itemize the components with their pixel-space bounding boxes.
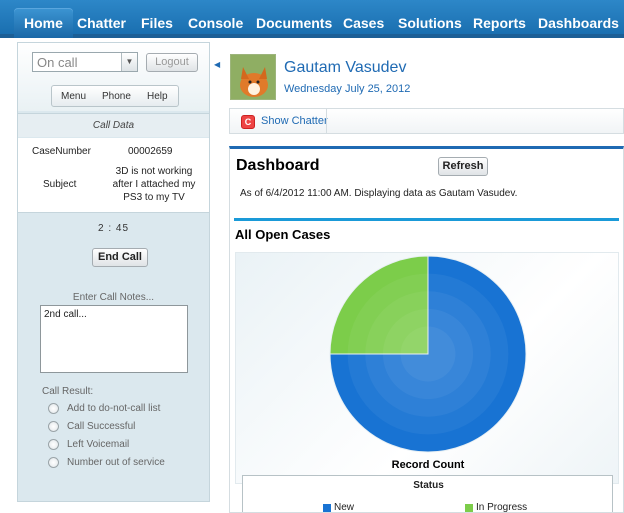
chart-legend: Status New In Progress xyxy=(242,475,613,513)
chatter-bar: C Show Chatter xyxy=(229,108,624,134)
collapse-sidebar-icon[interactable]: ◀ xyxy=(214,60,220,69)
tab-home[interactable]: Home xyxy=(14,8,73,38)
radio-call-successful[interactable]: Call Successful xyxy=(48,421,208,435)
radio-circle-icon[interactable] xyxy=(48,421,59,432)
component-title: All Open Cases xyxy=(235,227,331,242)
tab-console[interactable]: Console xyxy=(188,8,243,38)
logout-button[interactable]: Logout xyxy=(146,53,198,72)
tab-chatter[interactable]: Chatter xyxy=(77,8,126,38)
radio-circle-icon[interactable] xyxy=(48,439,59,450)
divider xyxy=(326,109,327,133)
radio-label: Add to do-not-call list xyxy=(67,403,161,414)
dashboard-panel: Dashboard Refresh As of 6/4/2012 11:00 A… xyxy=(229,146,624,513)
radio-label: Number out of service xyxy=(67,457,165,468)
call-status-value: On call xyxy=(37,55,78,70)
legend-swatch-in-progress xyxy=(465,504,473,512)
tab-solutions[interactable]: Solutions xyxy=(398,8,462,38)
call-timer: 2 : 45 xyxy=(97,223,130,234)
show-chatter-link[interactable]: Show Chatter xyxy=(261,115,328,127)
refresh-button[interactable]: Refresh xyxy=(438,157,488,176)
tab-cases[interactable]: Cases xyxy=(343,8,384,38)
subject-value: 3D is not working after I attached my PS… xyxy=(112,166,196,203)
menu-item-phone[interactable]: Phone xyxy=(102,91,131,102)
legend-title: Status xyxy=(413,480,444,491)
legend-swatch-new xyxy=(323,504,331,512)
menu-item-help[interactable]: Help xyxy=(147,91,168,102)
case-number-value[interactable]: 00002659 xyxy=(128,146,173,157)
menu-item-menu[interactable]: Menu xyxy=(61,91,86,102)
call-notes-input[interactable]: 2nd call... xyxy=(40,305,188,373)
fox-avatar-image xyxy=(231,55,275,99)
legend-label-new: New xyxy=(334,502,355,513)
radio-circle-icon[interactable] xyxy=(48,403,59,414)
dashboard-as-of: As of 6/4/2012 11:00 AM. Displaying data… xyxy=(240,188,518,199)
pie-chart-svg: 31Record Count xyxy=(329,255,547,485)
radio-circle-icon[interactable] xyxy=(48,457,59,468)
softphone-header: On call ▼ Logout Menu Phone Help xyxy=(18,43,209,111)
pie-chart[interactable]: 31Record Count xyxy=(235,252,619,485)
radio-left-voicemail[interactable]: Left Voicemail xyxy=(48,439,208,453)
radio-do-not-call[interactable]: Add to do-not-call list xyxy=(48,403,208,417)
chatter-icon[interactable]: C xyxy=(241,115,255,129)
legend-label-in-progress: In Progress xyxy=(476,502,528,513)
case-number-label: CaseNumber xyxy=(32,146,91,157)
softphone-menu: Menu Phone Help xyxy=(51,85,179,107)
radio-label: Left Voicemail xyxy=(67,439,130,450)
tab-reports[interactable]: Reports xyxy=(473,8,526,38)
chart-axis-label: Record Count xyxy=(392,459,465,471)
divider xyxy=(234,218,619,221)
call-result-label: Call Result: xyxy=(42,386,94,397)
softphone-sidebar: On call ▼ Logout Menu Phone Help Call Da… xyxy=(17,42,210,502)
tab-dashboards[interactable]: Dashboards xyxy=(538,8,619,38)
dashboard-title: Dashboard xyxy=(236,157,320,174)
call-notes-label: Enter Call Notes... xyxy=(72,292,155,303)
radio-label: Call Successful xyxy=(67,421,136,432)
tab-files[interactable]: Files xyxy=(141,8,173,38)
chevron-down-icon[interactable]: ▼ xyxy=(121,53,137,71)
top-tab-bar: Home Chatter Files Console Documents Cas… xyxy=(0,0,624,38)
profile-date: Wednesday July 25, 2012 xyxy=(284,83,411,95)
call-data-panel: CaseNumber 00002659 Subject 3D is not wo… xyxy=(18,138,209,213)
avatar[interactable] xyxy=(230,54,276,100)
call-status-select[interactable]: On call ▼ xyxy=(32,52,138,72)
radio-number-out-of-service[interactable]: Number out of service xyxy=(48,457,208,471)
subject-label: Subject xyxy=(43,179,77,190)
call-data-header: Call Data xyxy=(18,113,209,137)
profile-name[interactable]: Gautam Vasudev xyxy=(284,59,406,77)
end-call-button[interactable]: End Call xyxy=(92,248,148,267)
tab-documents[interactable]: Documents xyxy=(256,8,332,38)
